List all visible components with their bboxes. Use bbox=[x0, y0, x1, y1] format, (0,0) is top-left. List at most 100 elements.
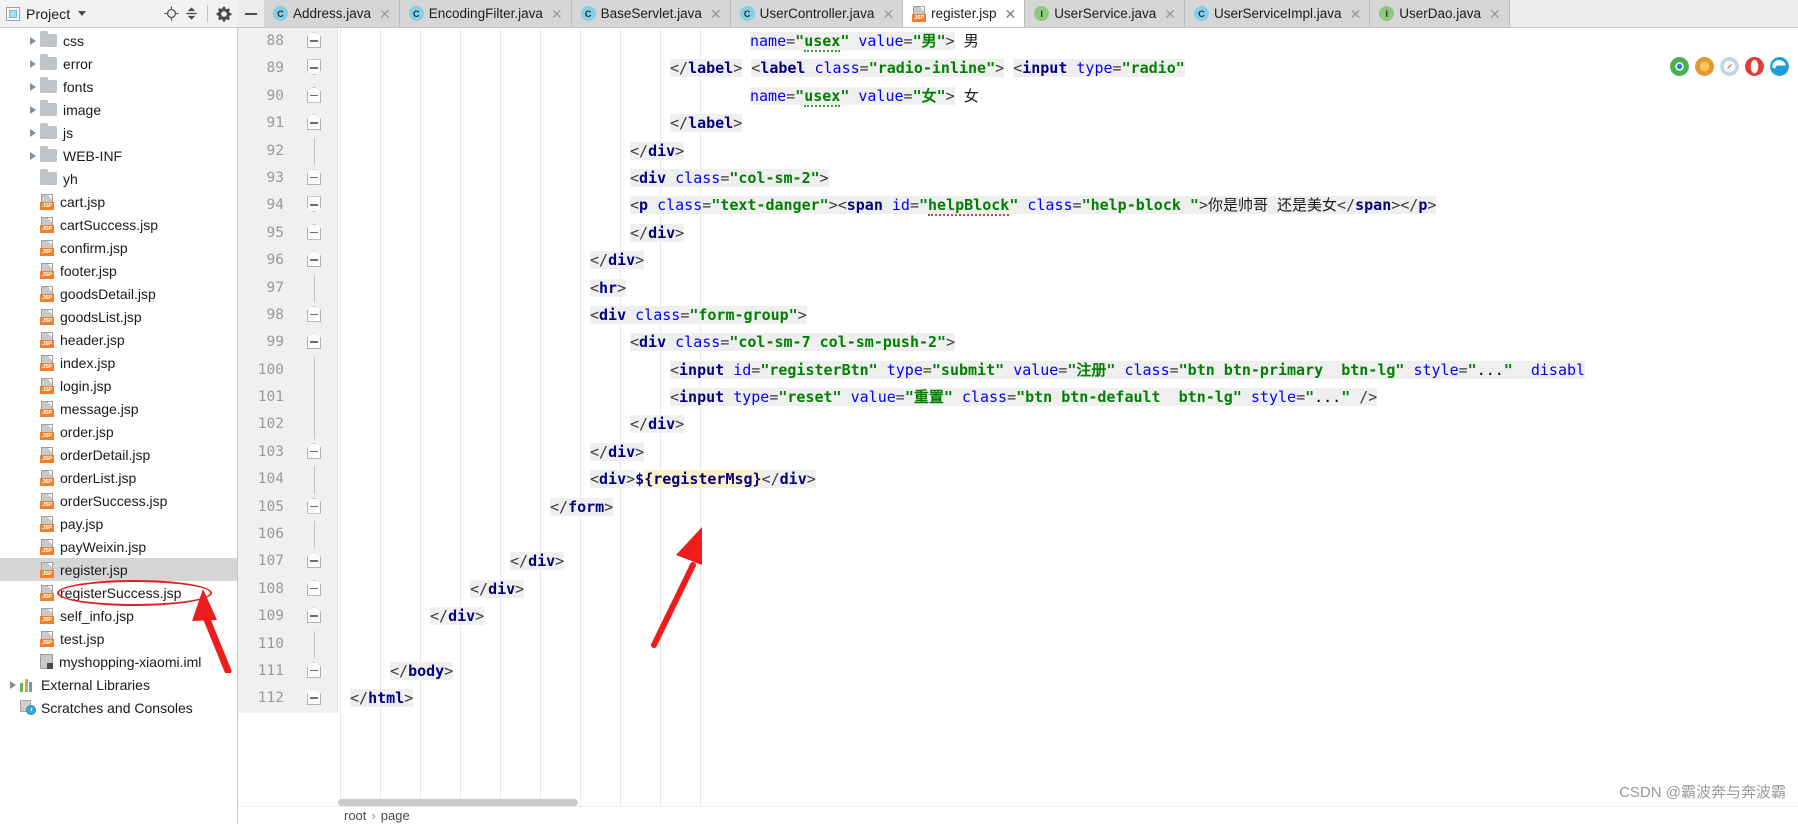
code-line[interactable]: 99 <div class="col-sm-7 col-sm-push-2"> bbox=[238, 329, 1798, 357]
code-text[interactable]: </div> bbox=[338, 411, 1798, 438]
tree-item-css[interactable]: css bbox=[0, 29, 237, 52]
code-line[interactable]: 89 </label> <label class="radio-inline"> … bbox=[238, 55, 1798, 83]
chevron-right-icon[interactable] bbox=[26, 82, 40, 91]
horizontal-scrollbar[interactable] bbox=[338, 799, 1798, 806]
breadcrumb[interactable]: root › page bbox=[238, 806, 1798, 824]
fold-marker[interactable] bbox=[307, 552, 321, 569]
code-line[interactable]: 110 bbox=[238, 630, 1798, 658]
code-text[interactable]: </body> bbox=[338, 658, 1798, 685]
code-text[interactable]: name="usex" value="男"> 男 bbox=[338, 28, 1798, 55]
code-line[interactable]: 90 name="usex" value="女"> 女 bbox=[238, 82, 1798, 111]
code-text[interactable]: <div>${registerMsg}</div> bbox=[338, 466, 1798, 493]
code-lines[interactable]: 88 name="usex" value="男"> 男 89 </label> <la… bbox=[238, 28, 1798, 713]
fold-gutter[interactable] bbox=[290, 301, 338, 330]
fold-marker[interactable] bbox=[307, 333, 321, 350]
tree-item-scratches-and-consoles[interactable]: Scratches and Consoles bbox=[0, 696, 237, 719]
tree-item-test-jsp[interactable]: JSP test.jsp bbox=[0, 627, 237, 650]
code-text[interactable]: <div class="col-sm-2"> bbox=[338, 165, 1798, 192]
code-text[interactable]: name="usex" value="女"> 女 bbox=[338, 83, 1798, 110]
fold-marker[interactable] bbox=[307, 442, 321, 460]
tree-item-image[interactable]: image bbox=[0, 98, 237, 121]
tree-item-message-jsp[interactable]: JSP message.jsp bbox=[0, 397, 237, 420]
fold-marker[interactable] bbox=[307, 59, 321, 76]
close-tab-icon[interactable]: ✕ bbox=[1164, 7, 1176, 21]
tree-item-js[interactable]: js bbox=[0, 121, 237, 144]
fold-marker[interactable] bbox=[307, 86, 321, 104]
project-tree[interactable]: css error fonts image js WEB-INF yh JSP cart.jsp… bbox=[0, 28, 238, 824]
fold-gutter[interactable] bbox=[290, 28, 338, 56]
settings-gear-icon[interactable] bbox=[214, 4, 234, 24]
tree-item-external-libraries[interactable]: External Libraries bbox=[0, 673, 237, 696]
fold-gutter[interactable] bbox=[290, 82, 338, 111]
fold-gutter[interactable] bbox=[290, 685, 338, 713]
code-line[interactable]: 101 <input type="reset" value="重置" class=… bbox=[238, 384, 1798, 412]
fold-marker[interactable] bbox=[307, 114, 321, 131]
code-text[interactable]: </div> bbox=[338, 138, 1798, 165]
code-text[interactable]: </div> bbox=[338, 576, 1798, 603]
fold-gutter[interactable] bbox=[290, 356, 338, 385]
chevron-right-icon[interactable] bbox=[26, 59, 40, 68]
tree-item-yh[interactable]: yh bbox=[0, 167, 237, 190]
tree-item-register-jsp[interactable]: JSP register.jsp bbox=[0, 558, 237, 581]
code-line[interactable]: 103 </div> bbox=[238, 438, 1798, 467]
code-editor[interactable]: 88 name="usex" value="男"> 男 89 </label> <la… bbox=[238, 28, 1798, 824]
tree-item-header-jsp[interactable]: JSP header.jsp bbox=[0, 328, 237, 351]
collapse-all-icon[interactable] bbox=[181, 4, 201, 24]
tree-item-payweixin-jsp[interactable]: JSP payWeixin.jsp bbox=[0, 535, 237, 558]
code-text[interactable]: </label> bbox=[338, 110, 1798, 137]
code-line[interactable]: 106 bbox=[238, 521, 1798, 549]
close-tab-icon[interactable]: ✕ bbox=[1489, 7, 1501, 21]
chevron-right-icon[interactable] bbox=[26, 36, 40, 45]
editor-tab-baseservlet-java[interactable]: C BaseServlet.java ✕ bbox=[571, 0, 731, 27]
tree-item-goodslist-jsp[interactable]: JSP goodsList.jsp bbox=[0, 305, 237, 328]
tree-item-orderdetail-jsp[interactable]: JSP orderDetail.jsp bbox=[0, 443, 237, 466]
chevron-right-icon[interactable] bbox=[26, 128, 40, 137]
fold-gutter[interactable] bbox=[290, 274, 338, 302]
tree-item-goodsdetail-jsp[interactable]: JSP goodsDetail.jsp bbox=[0, 282, 237, 305]
code-line[interactable]: 111 </body> bbox=[238, 657, 1798, 686]
code-text[interactable]: </div> bbox=[338, 548, 1798, 575]
fold-marker[interactable] bbox=[307, 661, 321, 679]
code-line[interactable]: 105 </form> bbox=[238, 493, 1798, 522]
editor-tab-register-jsp[interactable]: JSP register.jsp ✕ bbox=[903, 0, 1026, 27]
code-line[interactable]: 96 </div> bbox=[238, 247, 1798, 275]
fold-gutter[interactable] bbox=[290, 438, 338, 467]
code-line[interactable]: 112 </html> bbox=[238, 685, 1798, 713]
code-line[interactable]: 88 name="usex" value="男"> 男 bbox=[238, 28, 1798, 56]
fold-marker[interactable] bbox=[307, 305, 321, 323]
tree-item-registersuccess-jsp[interactable]: JSP registerSuccess.jsp bbox=[0, 581, 237, 604]
editor-tab-encodingfilter-java[interactable]: C EncodingFilter.java ✕ bbox=[399, 0, 572, 27]
code-text[interactable]: </div> bbox=[338, 220, 1798, 247]
chevron-right-icon[interactable] bbox=[6, 680, 20, 689]
editor-tab-address-java[interactable]: C Address.java ✕ bbox=[264, 0, 400, 27]
tree-item-error[interactable]: error bbox=[0, 52, 237, 75]
browser-preview-icons[interactable] bbox=[1669, 56, 1790, 77]
close-tab-icon[interactable]: ✕ bbox=[379, 7, 391, 21]
code-text[interactable]: </div> bbox=[338, 603, 1798, 630]
code-text[interactable]: <p class="text-danger"><span id="helpBlo… bbox=[338, 192, 1798, 219]
tree-item-web-inf[interactable]: WEB-INF bbox=[0, 144, 237, 167]
fold-gutter[interactable] bbox=[290, 548, 338, 576]
code-text[interactable] bbox=[338, 521, 1798, 548]
locate-icon[interactable] bbox=[161, 4, 181, 24]
fold-gutter[interactable] bbox=[290, 55, 338, 83]
fold-gutter[interactable] bbox=[290, 137, 338, 165]
code-line[interactable]: 102 </div> bbox=[238, 411, 1798, 439]
code-text[interactable]: </label> <label class="radio-inline"> <i… bbox=[338, 55, 1798, 82]
fold-marker[interactable] bbox=[307, 689, 321, 706]
code-line[interactable]: 107 </div> bbox=[238, 548, 1798, 576]
fold-gutter[interactable] bbox=[290, 466, 338, 494]
code-text[interactable]: <div class="form-group"> bbox=[338, 302, 1798, 329]
code-text[interactable]: <input id="registerBtn" type="submit" va… bbox=[338, 357, 1798, 384]
tree-item-fonts[interactable]: fonts bbox=[0, 75, 237, 98]
breadcrumb-item-root[interactable]: root bbox=[344, 808, 366, 823]
editor-tab-userserviceimpl-java[interactable]: C UserServiceImpl.java ✕ bbox=[1184, 0, 1371, 27]
code-text[interactable] bbox=[338, 631, 1798, 658]
code-text[interactable]: </div> bbox=[338, 247, 1798, 274]
fold-gutter[interactable] bbox=[290, 384, 338, 412]
tree-item-pay-jsp[interactable]: JSP pay.jsp bbox=[0, 512, 237, 535]
editor-tab-userdao-java[interactable]: I UserDao.java ✕ bbox=[1370, 0, 1510, 27]
code-text[interactable]: <div class="col-sm-7 col-sm-push-2"> bbox=[338, 329, 1798, 356]
fold-gutter[interactable] bbox=[290, 219, 338, 248]
fold-gutter[interactable] bbox=[290, 521, 338, 549]
